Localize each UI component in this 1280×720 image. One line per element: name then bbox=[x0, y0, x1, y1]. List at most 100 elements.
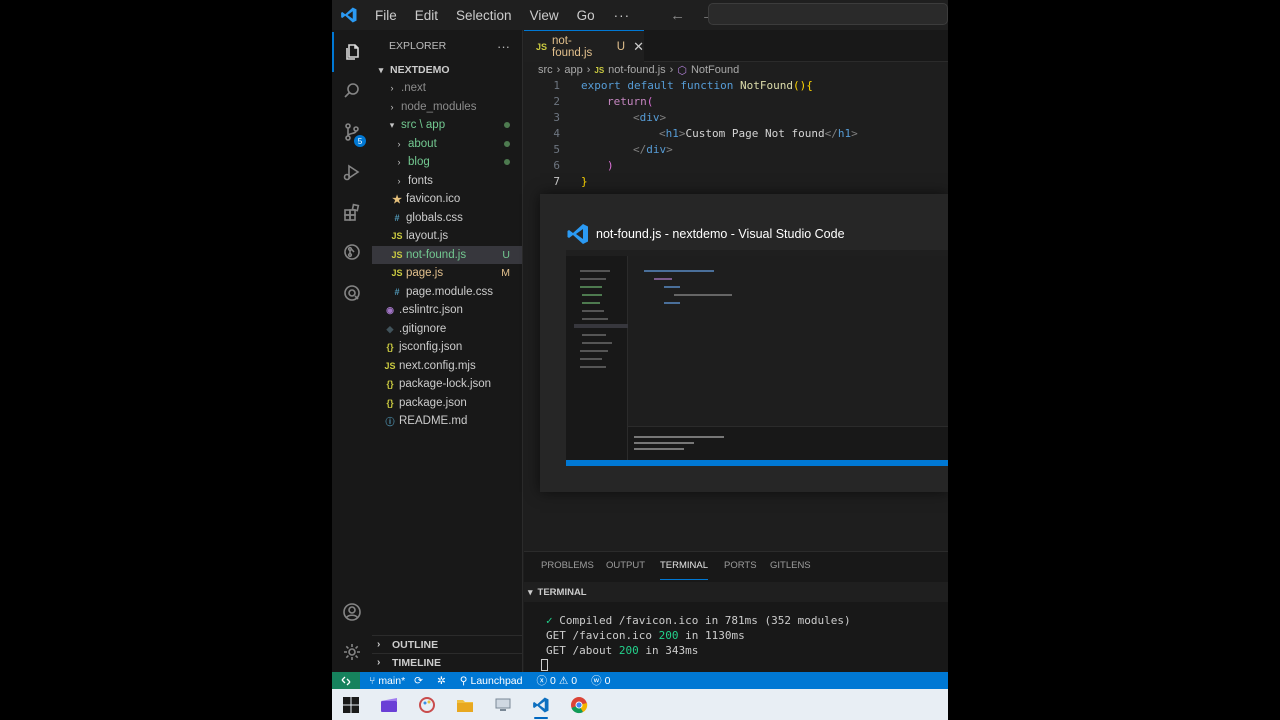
breadcrumb-item[interactable]: src bbox=[538, 64, 553, 76]
symbol-function-icon: ⬡ bbox=[677, 64, 687, 77]
back-arrow-icon[interactable]: ← bbox=[662, 7, 693, 24]
file-explorer-icon[interactable] bbox=[446, 689, 484, 720]
tag-bracket: </ bbox=[824, 127, 838, 140]
tree-folder-node-modules[interactable]: › node_modules bbox=[372, 98, 522, 116]
menu-file[interactable]: File bbox=[366, 8, 406, 23]
workspace-folder[interactable]: ▾ NEXTDEMO bbox=[372, 61, 522, 79]
js-file-icon: JS bbox=[594, 65, 605, 75]
clapperboard-app-icon[interactable] bbox=[370, 689, 408, 720]
tree-file-favicon[interactable]: ★ favicon.ico bbox=[372, 190, 522, 208]
tag-bracket: < bbox=[659, 127, 666, 140]
branch-icon: ⑂ bbox=[369, 674, 376, 687]
tree-folder-about[interactable]: › about bbox=[372, 135, 522, 153]
tag-name: h1 bbox=[837, 127, 852, 140]
json-file-icon: {} bbox=[386, 342, 394, 352]
status-code: 200 bbox=[658, 629, 679, 642]
menu-edit[interactable]: Edit bbox=[406, 8, 447, 23]
breadcrumb-item[interactable]: app bbox=[564, 64, 582, 76]
tree-label: layout.js bbox=[406, 230, 449, 242]
search-icon[interactable] bbox=[332, 71, 372, 111]
tab-ports[interactable]: PORTS bbox=[724, 560, 757, 580]
more-menus-icon[interactable]: ··· bbox=[604, 8, 641, 23]
chevron-right-icon: › bbox=[397, 176, 401, 186]
extensions-icon[interactable] bbox=[332, 193, 372, 233]
gitlens-icon[interactable] bbox=[332, 232, 372, 272]
code-editor[interactable]: 1 2 3 4 5 6 7 export default function No… bbox=[524, 78, 948, 198]
tree-file-layout-js[interactable]: JS layout.js bbox=[372, 227, 522, 245]
tree-file-page-module-css[interactable]: # page.module.css bbox=[372, 283, 522, 301]
monitor-app-icon[interactable] bbox=[484, 689, 522, 720]
menu-view[interactable]: View bbox=[521, 8, 568, 23]
terminal-header[interactable]: ▾ TERMINAL bbox=[524, 582, 948, 602]
timeline-label: TIMELINE bbox=[392, 656, 441, 669]
windows-start-icon[interactable] bbox=[332, 689, 370, 720]
paint-app-icon[interactable] bbox=[408, 689, 446, 720]
outline-section[interactable]: › OUTLINE bbox=[372, 635, 522, 653]
breadcrumb-item[interactable]: NotFound bbox=[691, 64, 739, 76]
breadcrumb-item[interactable]: not-found.js bbox=[608, 64, 665, 76]
tree-folder-next[interactable]: › .next bbox=[372, 79, 522, 97]
tree-label: package.json bbox=[399, 397, 467, 409]
tree-label: jsconfig.json bbox=[399, 341, 463, 353]
modified-dot bbox=[504, 159, 510, 165]
tab-label: not-found.js bbox=[552, 34, 593, 59]
tab-output[interactable]: OUTPUT bbox=[606, 560, 645, 580]
tree-file-next-config[interactable]: JS next.config.mjs bbox=[372, 357, 522, 375]
remote-explorer-icon[interactable] bbox=[332, 273, 372, 313]
css-file-icon: # bbox=[394, 287, 400, 297]
tab-gitlens[interactable]: GITLENS bbox=[770, 560, 811, 580]
launchpad-status[interactable]: ⚲ Launchpad bbox=[460, 675, 523, 687]
tree-file-page-js[interactable]: JS page.js M bbox=[372, 264, 522, 282]
ports-count: 0 bbox=[604, 674, 611, 687]
tree-file-jsconfig[interactable]: {} jsconfig.json bbox=[372, 338, 522, 356]
tree-file-not-found-js[interactable]: JS not-found.js U bbox=[372, 246, 522, 264]
explorer-icon[interactable] bbox=[332, 32, 372, 72]
run-debug-icon[interactable] bbox=[332, 152, 372, 192]
tree-folder-blog[interactable]: › blog bbox=[372, 153, 522, 171]
remote-indicator-icon[interactable] bbox=[332, 672, 360, 689]
terminal-header-label: TERMINAL bbox=[537, 586, 587, 598]
vscode-taskbar-icon[interactable] bbox=[522, 689, 560, 720]
tree-file-gitignore[interactable]: ◆ .gitignore bbox=[372, 320, 522, 338]
problems-status[interactable]: ⓧ 0 ⚠ 0 bbox=[536, 673, 577, 688]
command-center-search[interactable] bbox=[708, 3, 948, 25]
menu-selection[interactable]: Selection bbox=[447, 8, 521, 23]
sync-icon[interactable]: ⟳ bbox=[414, 675, 423, 687]
js-file-icon: JS bbox=[384, 361, 396, 371]
tab-terminal[interactable]: TERMINAL bbox=[660, 560, 709, 580]
settings-gear-icon[interactable] bbox=[332, 632, 372, 672]
tree-file-readme[interactable]: ⓘ README.md bbox=[372, 412, 522, 430]
vscode-logo-icon bbox=[567, 224, 588, 244]
tree-label: node_modules bbox=[401, 101, 477, 113]
chevron-right-icon: › bbox=[586, 64, 591, 76]
tree-label: favicon.ico bbox=[406, 193, 461, 205]
taskbar-window-preview[interactable]: not-found.js - nextdemo - Visual Studio … bbox=[540, 194, 948, 492]
js-file-icon: JS bbox=[391, 250, 403, 260]
ports-status[interactable]: ⓦ 0 bbox=[591, 673, 610, 688]
tree-folder-src-app[interactable]: ▾ src \ app bbox=[372, 116, 522, 134]
js-file-icon: JS bbox=[391, 231, 403, 241]
tree-label: page.module.css bbox=[406, 286, 493, 298]
tree-label: not-found.js bbox=[406, 249, 467, 261]
menu-go[interactable]: Go bbox=[568, 8, 604, 23]
close-icon[interactable]: ✕ bbox=[633, 39, 644, 55]
tab-not-found-js[interactable]: JS not-found.js U ✕ bbox=[524, 30, 644, 62]
account-icon[interactable] bbox=[332, 592, 372, 632]
explorer-title: EXPLORER bbox=[389, 40, 447, 52]
tree-file-eslintrc[interactable]: ◉ .eslintrc.json bbox=[372, 301, 522, 319]
explorer-more-icon[interactable]: ··· bbox=[497, 39, 510, 54]
source-control-icon[interactable]: 5 bbox=[332, 112, 372, 152]
code-line: <div> bbox=[633, 110, 666, 126]
chrome-icon[interactable] bbox=[560, 689, 598, 720]
gitlens-status-icon[interactable]: ✲ bbox=[437, 675, 446, 687]
tree-file-package-lock[interactable]: {} package-lock.json bbox=[372, 375, 522, 393]
branch-status[interactable]: ⑂ main* bbox=[369, 675, 405, 687]
explorer-sidebar: EXPLORER ··· ▾ NEXTDEMO › .next › node_m… bbox=[372, 30, 523, 672]
tree-label: blog bbox=[408, 156, 430, 168]
tree-folder-fonts[interactable]: › fonts bbox=[372, 172, 522, 190]
tree-label: next.config.mjs bbox=[399, 360, 476, 372]
timeline-section[interactable]: › TIMELINE bbox=[372, 653, 522, 671]
tree-file-globals-css[interactable]: # globals.css bbox=[372, 209, 522, 227]
tab-problems[interactable]: PROBLEMS bbox=[541, 560, 594, 580]
tree-file-package-json[interactable]: {} package.json bbox=[372, 394, 522, 412]
